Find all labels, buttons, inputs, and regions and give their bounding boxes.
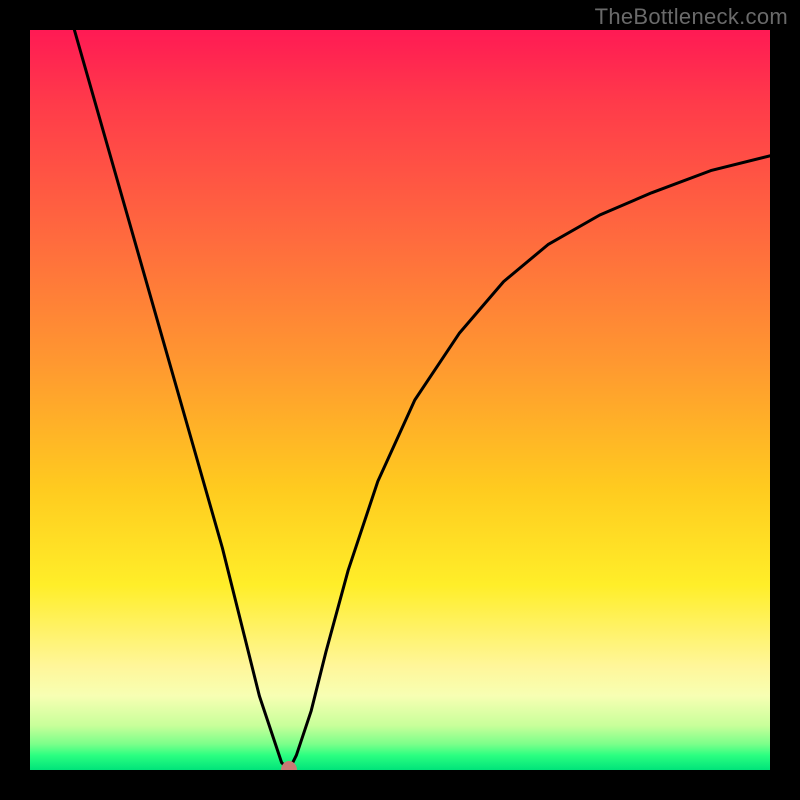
curve-svg — [30, 30, 770, 770]
watermark-text: TheBottleneck.com — [595, 4, 788, 30]
plot-area — [30, 30, 770, 770]
chart-frame: TheBottleneck.com — [0, 0, 800, 800]
bottleneck-curve — [74, 30, 770, 770]
